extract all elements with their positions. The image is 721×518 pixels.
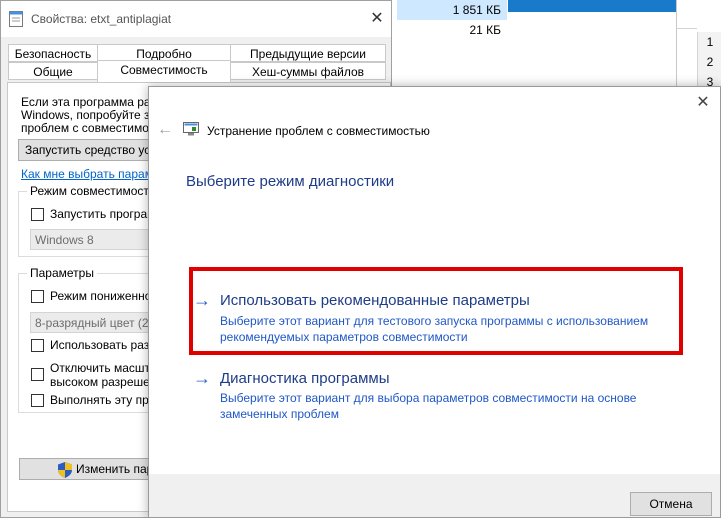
use-resolution-label: Использовать разре (50, 338, 163, 352)
uac-shield-icon (58, 462, 72, 478)
arrow-right-icon: → (193, 290, 211, 310)
run-as-admin-checkbox[interactable] (31, 394, 44, 407)
file-size-cell: 1 851 КБ (397, 0, 507, 20)
option-troubleshoot-desc: Выберите этот вариант для выбора парамет… (220, 390, 636, 422)
background-spreadsheet: 1 2 3 (676, 0, 721, 93)
document-icon (9, 11, 23, 27)
option-desc-line: Выберите этот вариант для выбора парамет… (220, 391, 637, 405)
close-icon[interactable]: ✕ (693, 93, 713, 113)
tab-file-hashes[interactable]: Хеш-суммы файлов (230, 62, 386, 80)
intro-text: Если эта программа рабо (21, 95, 165, 109)
compat-mode-checkbox-label: Запустить программ (50, 207, 164, 221)
properties-titlebar: Свойства: etxt_antiplagiat ✕ (1, 1, 391, 37)
grid-row-number: 1 (697, 32, 721, 53)
background-file-list: 1 851 КБ 21 КБ (392, 0, 721, 90)
tab-previous-versions[interactable]: Предыдущие версии (230, 44, 386, 62)
tab-general[interactable]: Общие (8, 62, 98, 80)
arrow-right-icon: → (193, 368, 211, 388)
settings-group-label: Параметры (27, 266, 97, 280)
close-icon[interactable]: ✕ (367, 9, 387, 29)
grid-row-number: 2 (697, 52, 721, 73)
manual-settings-link[interactable]: Как мне выбрать парамe (21, 167, 160, 181)
background-blue-bar (508, 0, 676, 12)
cancel-button[interactable]: Отмена (630, 492, 712, 516)
tab-security[interactable]: Безопасность (8, 44, 98, 62)
back-arrow-icon[interactable]: ← (157, 121, 173, 139)
grid-cell (677, 8, 697, 29)
wizard-heading: Выберите режим диагностики (186, 173, 395, 190)
option-desc-line: замеченных проблем (220, 407, 339, 421)
disable-dpi-label: высоком разрешени (50, 375, 164, 389)
compat-mode-checkbox[interactable] (31, 208, 44, 221)
tab-compatibility[interactable]: Совместимость (97, 60, 231, 82)
properties-title: Свойства: etxt_antiplagiat (31, 12, 172, 26)
compat-mode-group-label: Режим совместимости (27, 184, 159, 198)
option-desc-line: Выберите этот вариант для тестового запу… (220, 314, 649, 328)
troubleshooter-icon (183, 122, 199, 136)
disable-dpi-label: Отключить масштаб (50, 361, 164, 375)
use-resolution-checkbox[interactable] (31, 339, 44, 352)
option-troubleshoot-program[interactable]: Диагностика программы (220, 370, 390, 387)
file-size-cell: 21 КБ (469, 23, 501, 37)
disable-dpi-scaling-checkbox[interactable] (31, 368, 44, 381)
reduced-color-checkbox[interactable] (31, 290, 44, 303)
reduced-color-label: Режим пониженной (50, 289, 159, 303)
option-desc-line: рекомендуемых параметров совместимости (220, 330, 468, 344)
troubleshooter-dialog: ✕ ← Устранение проблем с совместимостью … (148, 86, 721, 518)
intro-text: Windows, попробуйте запу (21, 108, 169, 122)
option-recommended-settings[interactable]: Использовать рекомендованные параметры (220, 292, 530, 309)
option-recommended-desc: Выберите этот вариант для тестового запу… (220, 313, 648, 345)
wizard-nav-title: Устранение проблем с совместимостью (207, 124, 430, 138)
